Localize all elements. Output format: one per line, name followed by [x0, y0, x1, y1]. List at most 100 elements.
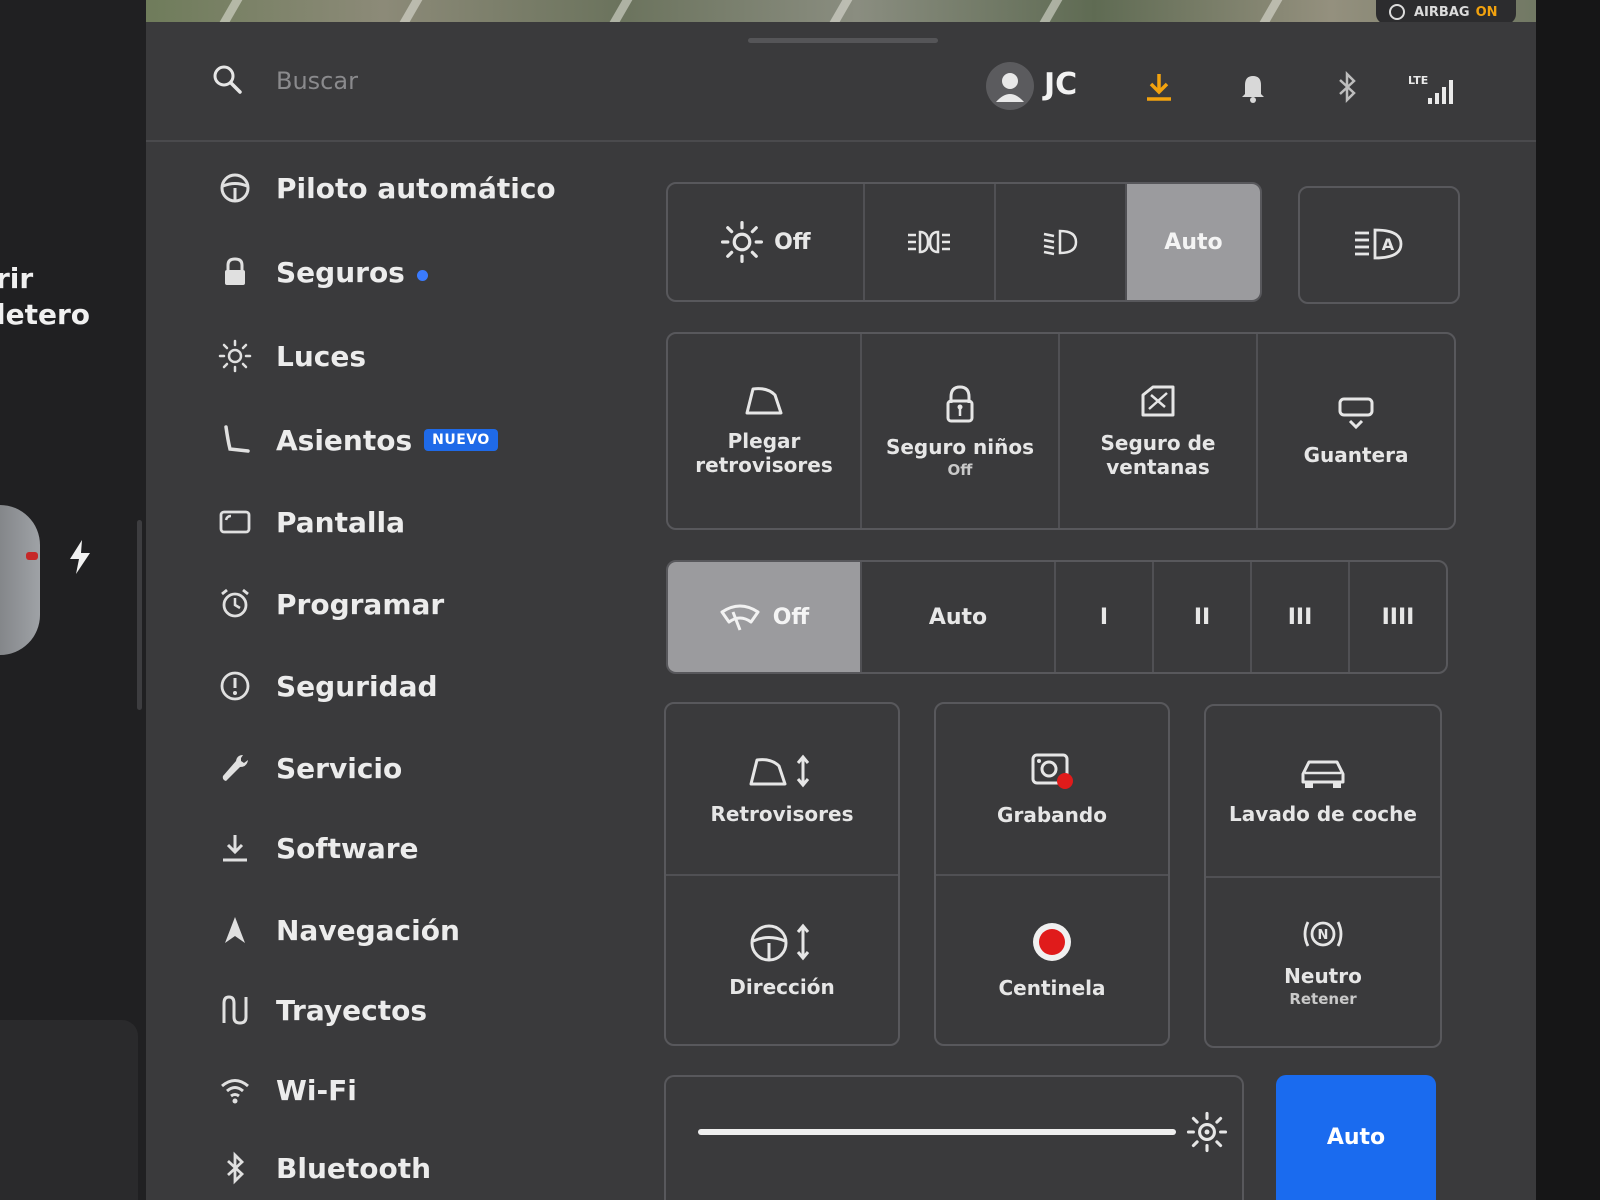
brightness-auto-label: Auto — [1326, 1125, 1386, 1150]
steering-adjust-button[interactable]: Dirección — [666, 876, 898, 1044]
lights-off-option[interactable]: Off — [668, 184, 865, 300]
wiper-speed-4-label: IIII — [1381, 604, 1415, 630]
sun-icon — [721, 220, 764, 264]
sentry-label: Centinela — [998, 976, 1106, 1000]
sidebar-item-wifi[interactable]: Wi-Fi — [218, 1062, 357, 1118]
sidebar-item-trayectos[interactable]: Trayectos — [218, 982, 427, 1038]
sidebar-item-label: Navegación — [276, 913, 460, 947]
mirror-adjust-icon — [749, 754, 810, 788]
lights-auto-option[interactable]: Auto — [1126, 184, 1260, 300]
navigation-icon — [225, 917, 245, 943]
steering-adjust-icon — [750, 923, 810, 962]
new-badge: NUEVO — [424, 429, 498, 451]
map-preview[interactable]: AIRBAG ON — [146, 0, 1568, 22]
low-beam-option[interactable] — [996, 184, 1127, 300]
sidebar-item-seguros[interactable]: Seguros — [218, 244, 428, 300]
mirrors-adjust-label: Retrovisores — [710, 802, 854, 826]
child-lock-icon — [946, 385, 974, 423]
wiper-speed-2-option[interactable]: II — [1154, 562, 1252, 672]
sidebar-item-seguridad[interactable]: Seguridad — [218, 658, 438, 714]
sidebar-item-servicio[interactable]: Servicio — [218, 740, 402, 796]
wiper-speed-4-option[interactable]: IIII — [1350, 562, 1446, 672]
download-icon — [223, 835, 247, 862]
sidebar-item-label: Luces — [276, 339, 367, 373]
wifi-icon — [221, 1079, 249, 1104]
car-wash-label: Lavado de coche — [1229, 802, 1417, 826]
sidebar-item-label: Asientos — [276, 423, 413, 457]
svg-text:A: A — [1382, 235, 1395, 254]
user-initials[interactable]: JC — [1044, 67, 1077, 102]
left-panel-text-1: rir — [0, 262, 34, 295]
wiper-off-option[interactable]: Off — [668, 562, 862, 672]
dashcam-icon — [1031, 753, 1073, 789]
display-icon — [219, 510, 251, 534]
sidebar-item-luces[interactable]: Luces — [218, 328, 366, 384]
car-tail-light — [26, 552, 38, 560]
trips-icon — [222, 995, 248, 1025]
alert-circle-icon — [220, 671, 250, 701]
left-bottom-card[interactable] — [0, 1020, 138, 1200]
lte-signal-icon — [1428, 80, 1453, 104]
download-icon[interactable] — [1142, 70, 1176, 104]
sidebar-item-piloto-automatico[interactable]: Piloto automático — [218, 160, 556, 216]
bluetooth-icon[interactable] — [1330, 70, 1364, 104]
display-brightness-control — [664, 1075, 1244, 1200]
search-icon[interactable] — [212, 64, 242, 94]
neutral-hold-button[interactable]: N Neutro Retener — [1206, 878, 1440, 1046]
search-input[interactable] — [274, 62, 578, 100]
neutral-sub-label: Retener — [1289, 990, 1357, 1008]
bluetooth-icon — [227, 1151, 245, 1185]
sidebar-item-label: Pantalla — [276, 505, 405, 539]
car-wash-button[interactable]: Lavado de coche — [1206, 706, 1440, 876]
lights-auto-label: Auto — [1164, 229, 1223, 255]
sidebar-item-label: Wi-Fi — [276, 1073, 357, 1107]
settings-sidebar: Piloto automático Seguros Luces Asientos… — [146, 142, 646, 1200]
brightness-slider[interactable] — [698, 1129, 1176, 1135]
sidebar-item-navegacion[interactable]: Navegación — [218, 902, 460, 958]
bell-icon[interactable] — [1236, 70, 1270, 104]
sidebar-item-label: Piloto automático — [276, 171, 556, 205]
neutral-icon: N — [1303, 921, 1343, 947]
controls-col-3: Lavado de coche N Neutro Retener — [1204, 704, 1442, 1048]
controls-screen: JC LTE Piloto automático — [146, 22, 1536, 1200]
right-bezel — [1536, 0, 1600, 1200]
wiper-auto-option[interactable]: Auto — [862, 562, 1056, 672]
light-icon — [218, 339, 252, 373]
dashcam-button[interactable]: Grabando — [936, 704, 1168, 874]
sidebar-item-software[interactable]: Software — [218, 820, 419, 876]
wiper-selector: Off Auto I II III IIII — [666, 560, 1448, 674]
window-lock-button[interactable]: Seguro de ventanas — [1060, 334, 1256, 528]
sidebar-item-label: Trayectos — [276, 993, 427, 1027]
dashcam-label: Grabando — [997, 803, 1107, 827]
top-bar: JC LTE — [146, 22, 1536, 142]
auto-high-beam-icon: A — [1355, 228, 1403, 260]
wiper-off-label: Off — [772, 604, 810, 630]
headlights-selector: Off Auto — [666, 182, 1262, 302]
sidebar-item-bluetooth[interactable]: Bluetooth — [218, 1140, 431, 1196]
controls-col-1: Retrovisores Dirección — [664, 702, 900, 1046]
child-lock-status: Off — [947, 461, 973, 479]
window-lock-label: Seguro de ventanas — [1100, 431, 1216, 479]
brightness-icon — [1186, 1111, 1228, 1153]
sidebar-item-pantalla[interactable]: Pantalla — [218, 494, 405, 550]
user-icon — [996, 73, 1024, 102]
child-lock-button[interactable]: Seguro niños Off — [862, 334, 1058, 528]
fold-mirrors-button[interactable]: Plegar retrovisores — [668, 334, 860, 528]
sidebar-item-asientos[interactable]: Asientos NUEVO — [218, 412, 498, 468]
charge-bolt-icon — [70, 540, 90, 574]
sidebar-item-label: Software — [276, 831, 419, 865]
sidebar-item-programar[interactable]: Programar — [218, 576, 444, 632]
wiper-speed-1-option[interactable]: I — [1056, 562, 1154, 672]
left-scrollbar[interactable] — [137, 520, 142, 710]
glovebox-button[interactable]: Guantera — [1258, 334, 1454, 528]
wiper-speed-1-label: I — [1099, 604, 1109, 630]
parking-lights-option[interactable] — [865, 184, 996, 300]
auto-high-beam-button[interactable]: A — [1298, 186, 1460, 304]
mirrors-adjust-button[interactable]: Retrovisores — [666, 704, 898, 874]
brightness-auto-button[interactable]: Auto — [1276, 1075, 1436, 1200]
avatar[interactable] — [986, 62, 1034, 110]
fold-mirrors-label: Plegar retrovisores — [695, 429, 833, 477]
wiper-icon — [720, 604, 760, 631]
wiper-speed-3-option[interactable]: III — [1252, 562, 1350, 672]
sentry-button[interactable]: Centinela — [936, 876, 1168, 1044]
